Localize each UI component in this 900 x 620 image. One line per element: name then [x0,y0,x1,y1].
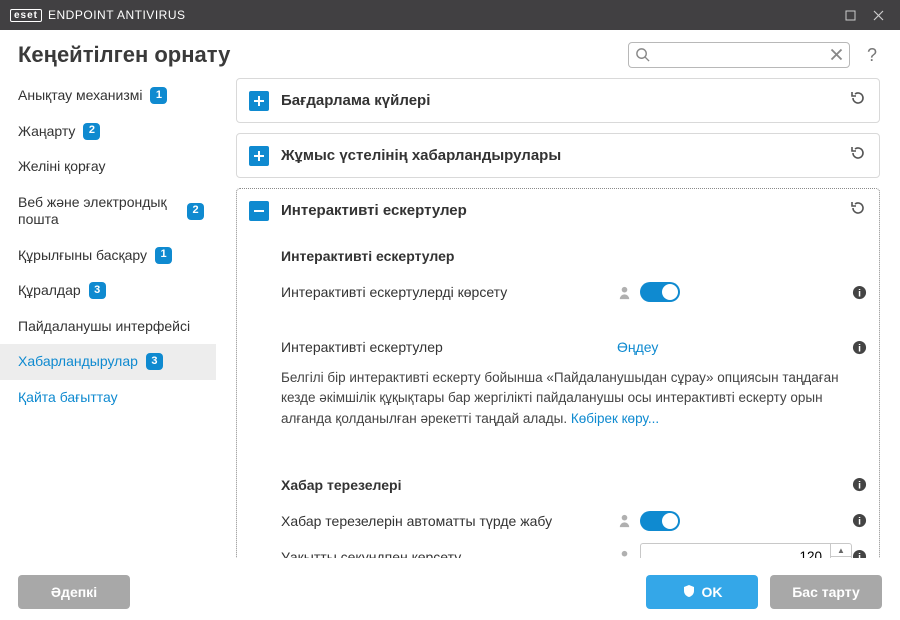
main-area: Анықтау механизмі 1 Жаңарту 2 Желіні қор… [0,78,900,558]
product-name: ENDPOINT ANTIVIRUS [48,8,185,22]
sidebar-item-web-email[interactable]: Веб және электрондық пошта 2 [0,185,216,238]
sidebar-item-label: Құрылғыны басқару [18,247,147,265]
cancel-button[interactable]: Бас тарту [770,575,882,609]
toggle-show-alerts[interactable] [640,282,680,302]
timeout-input[interactable] [640,543,830,558]
sidebar-item-label: Хабарландырулар [18,353,138,371]
info-icon[interactable]: i [852,285,867,300]
lock-icon [617,513,632,528]
sidebar-item-network-protection[interactable]: Желіні қорғау [0,149,216,185]
row-timeout: Уақытты секундпен көрсету ▲ ▼ [281,537,867,558]
help-button[interactable]: ? [862,45,882,66]
sidebar-badge: 3 [89,282,106,299]
eset-logo: eset [10,9,42,22]
sidebar-item-label: Пайдаланушы интерфейсі [18,318,190,336]
search-input[interactable] [628,42,850,68]
sidebar-item-label: Желіні қорғау [18,158,106,176]
row-label: Интерактивті ескертулерді көрсету [281,284,617,300]
sidebar-badge: 3 [146,353,163,370]
panel-interactive-alerts: Интерактивті ескертулер Интерактивті еск… [236,188,880,558]
footer: Әдепкі OK Бас тарту [0,564,900,620]
sidebar-item-tools[interactable]: Құралдар 3 [0,273,216,309]
svg-text:i: i [858,517,861,528]
panel-header[interactable]: Интерактивті ескертулер [237,189,879,232]
revert-icon[interactable] [849,89,867,112]
timeout-field: ▲ ▼ [640,543,852,558]
lock-icon [617,285,632,300]
sidebar-badge: 1 [150,87,167,104]
header: Кеңейтілген орнату ? [0,30,900,78]
info-icon[interactable]: i [852,477,867,492]
sidebar-item-redirect[interactable]: Қайта бағыттау [0,380,216,416]
row-label: Хабар терезелерін автоматты түрде жабу [281,513,617,529]
row-show-interactive-alerts: Интерактивті ескертулерді көрсету i [281,276,867,308]
info-icon[interactable]: i [852,340,867,355]
sidebar: Анықтау механизмі 1 Жаңарту 2 Желіні қор… [0,78,216,558]
toggle-autoclose[interactable] [640,511,680,531]
sidebar-item-device-control[interactable]: Құрылғыны басқару 1 [0,238,216,274]
svg-text:i: i [858,288,861,299]
panel-title: Жұмыс үстелінің хабарландырулары [281,147,837,164]
spinner-up-icon[interactable]: ▲ [831,544,851,558]
svg-text:i: i [858,343,861,354]
svg-text:i: i [858,553,861,559]
page-title: Кеңейтілген орнату [18,42,230,68]
learn-more-link[interactable]: Көбірек көру... [571,411,659,426]
sidebar-item-label: Құралдар [18,282,81,300]
panel-header[interactable]: Бағдарлама күйлері [237,79,879,122]
revert-icon[interactable] [849,199,867,222]
panel-title: Бағдарлама күйлері [281,92,837,109]
brand: eset ENDPOINT ANTIVIRUS [10,8,185,22]
sidebar-item-detection-engine[interactable]: Анықтау механизмі 1 [0,78,216,114]
revert-icon[interactable] [849,144,867,167]
sidebar-item-label: Анықтау механизмі [18,87,142,105]
svg-text:i: i [858,481,861,492]
expand-icon[interactable] [249,146,269,166]
shield-icon [682,584,696,601]
sidebar-item-update[interactable]: Жаңарту 2 [0,114,216,150]
window-maximize-button[interactable] [836,0,864,30]
sidebar-item-label: Веб және электрондық пошта [18,194,179,229]
sidebar-badge: 2 [83,123,100,140]
content-column: Бағдарлама күйлері Жұмыс үстелінің хабар… [216,78,900,558]
row-autoclose: Хабар терезелерін автоматты түрде жабу i [281,505,867,537]
search-field-wrap [628,42,850,68]
sidebar-item-notifications[interactable]: Хабарландырулар 3 [0,344,216,380]
spinner-down-icon[interactable]: ▼ [831,557,851,558]
info-icon[interactable]: i [852,549,867,558]
panel-title: Интерактивті ескертулер [281,202,837,219]
timeout-spinner[interactable]: ▲ ▼ [830,543,852,558]
sidebar-badge: 1 [155,247,172,264]
clear-search-icon[interactable] [829,47,844,67]
row-interactive-alerts-list: Интерактивті ескертулер Өңдеу i [281,332,867,362]
row-label: Уақытты секундпен көрсету [281,549,617,558]
lock-icon [617,549,632,558]
search-icon [635,47,650,67]
window-close-button[interactable] [864,0,892,30]
sidebar-item-label: Қайта бағыттау [18,389,118,407]
ok-button[interactable]: OK [646,575,758,609]
sidebar-item-user-interface[interactable]: Пайдаланушы интерфейсі [0,309,216,345]
sidebar-badge: 2 [187,203,204,220]
scroll-area[interactable]: Бағдарлама күйлері Жұмыс үстелінің хабар… [216,78,886,558]
alerts-description: Белгілі бір интерактивті ескерту бойынша… [281,368,867,429]
row-label: Интерактивті ескертулер [281,339,617,355]
panel-header[interactable]: Жұмыс үстелінің хабарландырулары [237,134,879,177]
panel-body: Интерактивті ескертулер Интерактивті еск… [237,232,879,558]
sidebar-item-label: Жаңарту [18,123,75,141]
section-interactive-alerts-title: Интерактивті ескертулер [281,248,867,264]
edit-alerts-link[interactable]: Өңдеу [617,339,658,355]
section-message-windows-title: Хабар терезелері i [281,477,867,493]
info-icon[interactable]: i [852,513,867,528]
collapse-icon[interactable] [249,201,269,221]
titlebar: eset ENDPOINT ANTIVIRUS [0,0,900,30]
expand-icon[interactable] [249,91,269,111]
panel-desktop-notifications: Жұмыс үстелінің хабарландырулары [236,133,880,178]
default-button[interactable]: Әдепкі [18,575,130,609]
panel-application-states: Бағдарлама күйлері [236,78,880,123]
